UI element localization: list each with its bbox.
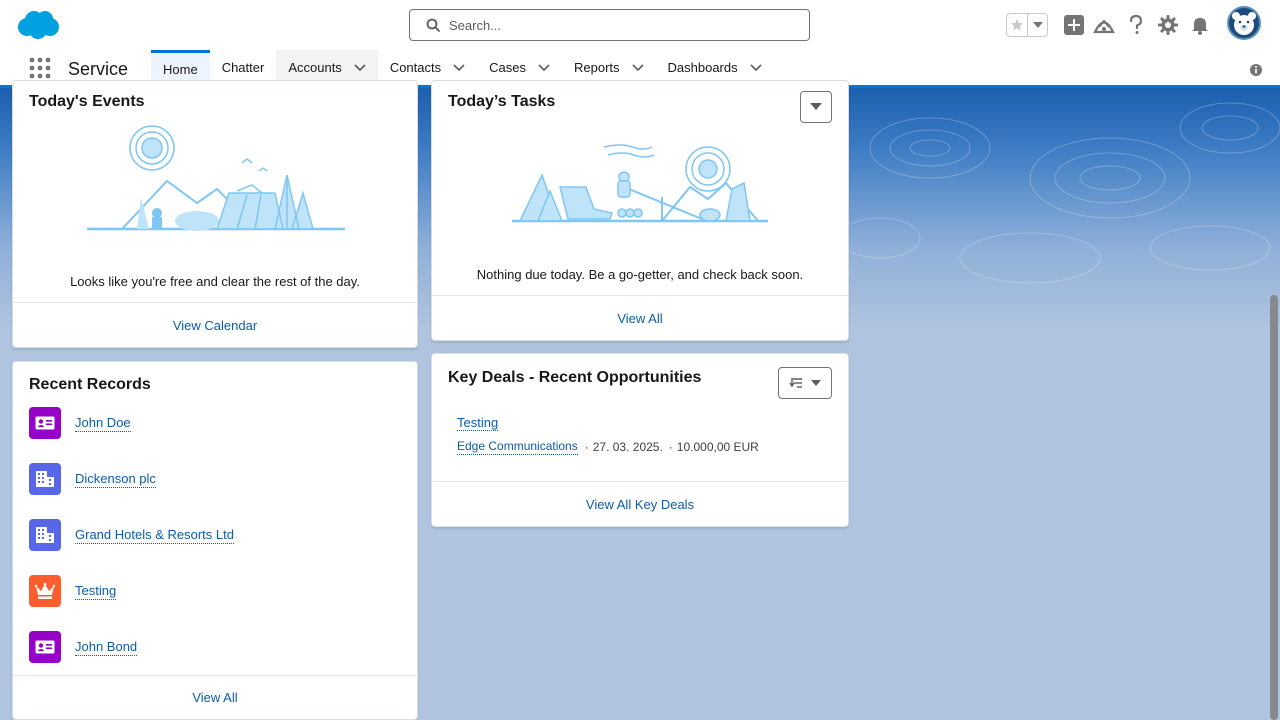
- notifications-bell-icon[interactable]: [1188, 13, 1212, 37]
- trailhead-icon[interactable]: [1092, 13, 1116, 37]
- opportunity-crown-icon: [29, 575, 61, 607]
- nav-tab-label: Home: [163, 61, 198, 77]
- view-all-records-link[interactable]: View All: [192, 690, 237, 705]
- favorites-button[interactable]: [1006, 13, 1048, 37]
- card-footer: View All: [432, 295, 848, 340]
- global-search[interactable]: [409, 9, 810, 41]
- card-footer: View Calendar: [13, 302, 417, 347]
- separator: ·: [668, 439, 673, 454]
- record-link[interactable]: Testing: [75, 583, 117, 600]
- deal-name-link[interactable]: Testing: [457, 415, 499, 431]
- view-all-tasks-link[interactable]: View All: [617, 311, 662, 326]
- user-avatar[interactable]: [1227, 6, 1261, 40]
- help-icon[interactable]: [1124, 13, 1148, 37]
- card-footer: View All: [13, 675, 417, 719]
- info-icon[interactable]: [1249, 63, 1263, 77]
- app-launcher-icon[interactable]: [28, 56, 52, 80]
- nav-tab-label: Dashboards: [667, 60, 738, 75]
- relaxing-illustration: [512, 144, 768, 223]
- nav-tab-label: Contacts: [389, 60, 442, 75]
- tasks-empty-message: Nothing due today. Be a go-getter, and c…: [476, 267, 804, 282]
- list-item: Dickenson plc: [29, 463, 156, 495]
- favorites-list-chevron-icon[interactable]: [1028, 14, 1047, 36]
- chevron-down-icon[interactable]: [538, 63, 550, 72]
- chevron-down-icon[interactable]: [750, 63, 762, 72]
- deal-account-link[interactable]: Edge Communications: [457, 438, 578, 455]
- view-all-key-deals-link[interactable]: View All Key Deals: [586, 497, 694, 512]
- favorites-star-icon[interactable]: [1007, 14, 1029, 36]
- chevron-down-icon: [811, 379, 821, 386]
- deal-details: Edge Communications · 27. 03. 2025. · 10…: [457, 438, 759, 455]
- list-item: John Bond: [29, 631, 138, 663]
- record-link[interactable]: John Doe: [75, 415, 131, 432]
- card-title: Recent Records: [29, 376, 151, 393]
- list-item: Grand Hotels & Resorts Ltd: [29, 519, 234, 551]
- topographic-pattern: [850, 102, 1280, 284]
- list-item: John Doe: [29, 407, 131, 439]
- nav-tab-label: Reports: [573, 60, 620, 75]
- nav-tab-label: Accounts: [288, 60, 342, 75]
- todays-tasks-card: Today’s Tasks Nothing due today. Be a go…: [431, 80, 849, 341]
- global-header: [0, 0, 1280, 50]
- chevron-down-icon[interactable]: [354, 63, 366, 72]
- separator: ·: [584, 439, 589, 454]
- search-input[interactable]: [449, 17, 789, 33]
- sort-icon: [789, 378, 802, 388]
- add-icon[interactable]: [1062, 13, 1086, 37]
- card-title: Today’s Tasks: [448, 93, 556, 110]
- setup-gear-icon[interactable]: [1156, 13, 1180, 37]
- salesforce-cloud-logo[interactable]: [16, 10, 59, 40]
- card-title: Today's Events: [29, 93, 145, 110]
- nav-tab-label: Cases: [489, 60, 526, 75]
- recent-records-card: Recent Records John Doe Dickenson plc Gr…: [12, 361, 418, 720]
- deal-amount: 10.000,00 EUR: [676, 439, 759, 454]
- deal-close-date: 27. 03. 2025.: [592, 439, 663, 454]
- account-icon: [29, 519, 61, 551]
- key-deals-menu-button[interactable]: [778, 367, 832, 399]
- todays-events-card: Today's Events Looks like you're free an…: [12, 80, 418, 348]
- contact-icon: [29, 407, 61, 439]
- record-link[interactable]: Dickenson plc: [75, 471, 156, 488]
- card-footer: View All Key Deals: [432, 481, 848, 526]
- camping-illustration: [87, 125, 345, 231]
- chevron-down-icon: [810, 103, 822, 110]
- chevron-down-icon[interactable]: [453, 63, 465, 72]
- app-name: Service: [68, 59, 129, 79]
- list-item: Testing: [29, 575, 117, 607]
- record-link[interactable]: Grand Hotels & Resorts Ltd: [75, 527, 234, 544]
- page-scrollbar[interactable]: [1270, 295, 1278, 720]
- tasks-menu-button[interactable]: [800, 91, 832, 123]
- deal-item: Testing: [457, 415, 499, 431]
- events-empty-message: Looks like you're free and clear the res…: [70, 274, 360, 289]
- card-title: Key Deals - Recent Opportunities: [448, 369, 702, 386]
- search-icon: [426, 18, 440, 32]
- record-link[interactable]: John Bond: [75, 639, 138, 656]
- account-icon: [29, 463, 61, 495]
- key-deals-card: Key Deals - Recent Opportunities Testing…: [431, 353, 849, 527]
- nav-tab-label: Chatter: [221, 60, 265, 75]
- view-calendar-link[interactable]: View Calendar: [173, 318, 257, 333]
- chevron-down-icon[interactable]: [631, 63, 644, 72]
- contact-icon: [29, 631, 61, 663]
